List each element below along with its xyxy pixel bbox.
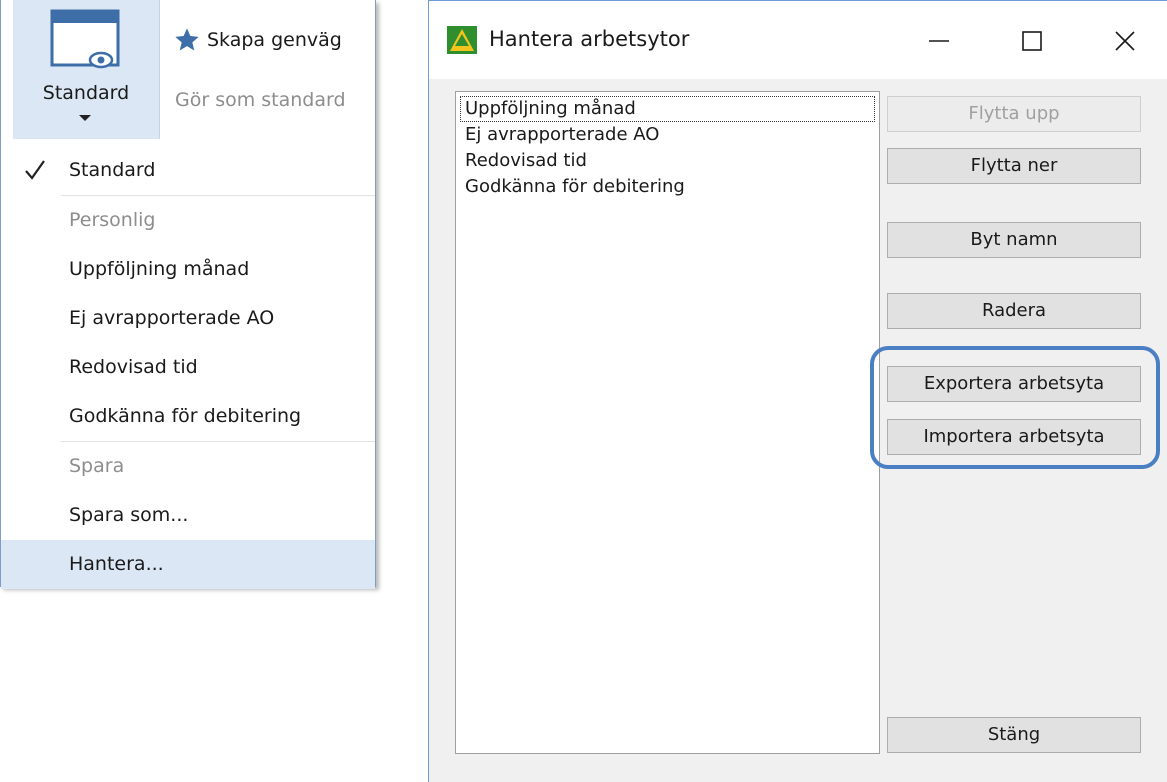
list-item[interactable]: Uppföljning månad — [460, 96, 875, 122]
delete-button[interactable]: Radera — [887, 293, 1141, 329]
rename-button[interactable]: Byt namn — [887, 222, 1141, 258]
star-icon — [175, 28, 199, 51]
standard-workspace-button[interactable]: Standard — [13, 0, 160, 139]
menu-item-hantera[interactable]: Hantera... — [1, 540, 375, 589]
chevron-down-icon[interactable] — [79, 115, 91, 121]
close-button[interactable]: Stäng — [887, 717, 1141, 753]
dialog-title: Hantera arbetsytor — [489, 27, 690, 51]
make-default-button[interactable]: Gör som standard — [175, 89, 346, 111]
minimize-icon[interactable] — [919, 21, 959, 61]
menu-item-ej-avrapporterade-ao[interactable]: Ej avrapporterade AO — [1, 294, 375, 343]
export-workspace-button[interactable]: Exportera arbetsyta — [887, 366, 1141, 402]
menu-item-spara: Spara — [69, 455, 125, 477]
workspace-list[interactable]: Uppföljning månad Ej avrapporterade AO R… — [455, 91, 880, 754]
workspace-dropdown-menu: Standard Skapa genväg Gör som standard S… — [0, 0, 376, 589]
move-down-button[interactable]: Flytta ner — [887, 148, 1141, 184]
list-item[interactable]: Godkänna för debitering — [460, 174, 875, 200]
move-up-button[interactable]: Flytta upp — [887, 96, 1141, 132]
menu-item-label: Standard — [69, 159, 156, 181]
menu-item-godkanna-for-debitering[interactable]: Godkänna för debitering — [1, 392, 375, 441]
maximize-icon[interactable] — [1012, 21, 1052, 61]
list-item[interactable]: Ej avrapporterade AO — [460, 122, 875, 148]
standard-label: Standard — [42, 82, 130, 104]
workspace-icon — [50, 9, 120, 69]
manage-workspaces-dialog: Hantera arbetsytor Uppföljning månad Ej … — [428, 0, 1167, 782]
dialog-titlebar[interactable]: Hantera arbetsytor — [429, 1, 1167, 79]
menu-item-standard[interactable]: Standard — [1, 146, 375, 195]
create-shortcut-button[interactable]: Skapa genväg — [173, 26, 342, 54]
ribbon-group: Standard Skapa genväg Gör som standard — [1, 0, 375, 139]
close-icon[interactable] — [1105, 21, 1145, 61]
create-shortcut-label: Skapa genväg — [207, 29, 342, 51]
menu-header-personlig: Personlig — [69, 209, 156, 231]
app-logo-icon — [447, 26, 477, 54]
menu-item-spara-som[interactable]: Spara som... — [1, 491, 375, 540]
import-workspace-button[interactable]: Importera arbetsyta — [887, 419, 1141, 455]
menu-item-redovisad-tid[interactable]: Redovisad tid — [1, 343, 375, 392]
checkmark-icon — [25, 160, 45, 180]
list-item[interactable]: Redovisad tid — [460, 148, 875, 174]
workspace-menu-list: Standard Personlig Uppföljning månad Ej … — [1, 146, 375, 589]
menu-item-uppfoljning-manad[interactable]: Uppföljning månad — [1, 245, 375, 294]
